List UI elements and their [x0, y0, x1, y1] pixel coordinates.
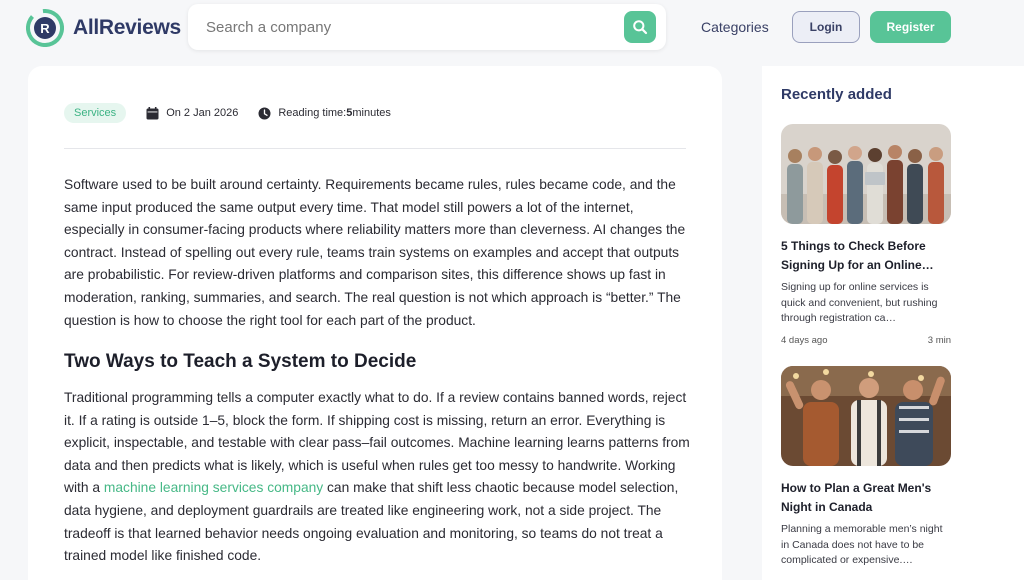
reading-time: Reading time: 5 minutes: [258, 107, 391, 120]
meta-divider: [64, 148, 686, 149]
search-bar: [188, 4, 666, 50]
nav-categories-link[interactable]: Categories: [701, 19, 769, 35]
login-button[interactable]: Login: [792, 11, 860, 43]
recent-card-title[interactable]: How to Plan a Great Men's Night in Canad…: [781, 479, 951, 516]
article-meta: Services On 2 Jan 2026 Reading time: 5 m…: [64, 103, 391, 123]
recent-card-title-line2: Signing Up for an Online…: [781, 257, 934, 272]
category-tag[interactable]: Services: [64, 103, 127, 123]
recent-card-footer: 4 days ago 3 min: [781, 335, 951, 346]
search-button[interactable]: [624, 11, 656, 43]
recent-card-excerpt: Signing up for online services is quick …: [781, 281, 938, 324]
recent-card-title[interactable]: 5 Things to Check Before Signing Up for …: [781, 237, 951, 274]
search-input[interactable]: [206, 16, 606, 38]
svg-text:R: R: [40, 21, 50, 36]
recent-card-date: 4 days ago: [781, 334, 828, 346]
article-body-paragraph: Traditional programming tells a computer…: [64, 387, 690, 568]
publish-date-text: On 2 Jan 2026: [166, 107, 239, 119]
search-icon: [633, 20, 648, 35]
recent-card[interactable]: How to Plan a Great Men's Night in Canad…: [781, 366, 951, 569]
recent-card-read-time: 3 min: [927, 334, 951, 346]
register-button[interactable]: Register: [870, 11, 951, 43]
brand-logo[interactable]: R AllReviews: [26, 9, 181, 47]
calendar-icon: [146, 106, 159, 119]
ml-services-link[interactable]: machine learning services company: [104, 480, 323, 495]
publish-date: On 2 Jan 2026: [146, 106, 239, 120]
sidebar-title: Recently added: [781, 86, 892, 103]
top-header: R AllReviews Categories Login Register: [0, 0, 1024, 58]
clock-icon: [258, 107, 271, 119]
article-card: Services On 2 Jan 2026 Reading time: 5 m…: [28, 66, 722, 580]
section-heading: Two Ways to Teach a System to Decide: [64, 351, 417, 372]
recent-card-title-line1: How to Plan a Great Men's: [781, 481, 932, 495]
recent-card-title-line2: Night in Canada: [781, 499, 873, 514]
reading-time-label: Reading time:: [278, 107, 347, 119]
logo-icon: R: [26, 9, 64, 47]
brand-name: AllReviews: [73, 16, 181, 39]
article-intro-paragraph: Software used to be built around certain…: [64, 177, 686, 328]
group-of-people-with-phones-photo[interactable]: [781, 124, 951, 224]
men-cheering-in-bar-photo[interactable]: [781, 366, 951, 466]
recent-card-title-line1: 5 Things to Check Before: [781, 239, 926, 253]
recent-card[interactable]: 5 Things to Check Before Signing Up for …: [781, 124, 951, 346]
reading-time-unit: minutes: [352, 107, 391, 119]
recent-card-excerpt: Planning a memorable men’s night in Cana…: [781, 523, 943, 566]
